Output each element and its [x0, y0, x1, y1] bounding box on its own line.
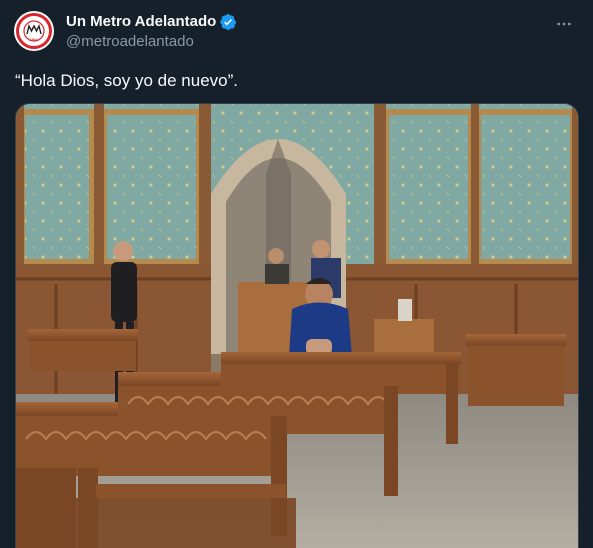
tweet-media-photo[interactable] [15, 103, 579, 548]
avatar[interactable]: UMA [14, 11, 54, 51]
display-name[interactable]: Un Metro Adelantado [66, 12, 216, 32]
tweet-text: “Hola Dios, soy yo de nuevo”. [15, 71, 238, 90]
more-options-icon[interactable] [553, 13, 575, 35]
tweet-card: UMA Un Metro Adelantado @metroadelantado [0, 0, 593, 548]
display-name-row: Un Metro Adelantado [66, 12, 237, 32]
church-photo [16, 104, 578, 548]
author-handle[interactable]: @metroadelantado [66, 32, 237, 52]
verified-badge-icon [219, 13, 237, 31]
avatar-initials: UMA [30, 38, 38, 42]
tweet-header: UMA Un Metro Adelantado @metroadelantado [14, 11, 579, 57]
author-names: Un Metro Adelantado @metroadelantado [66, 11, 237, 52]
metro-logo-icon: UMA [16, 13, 52, 49]
